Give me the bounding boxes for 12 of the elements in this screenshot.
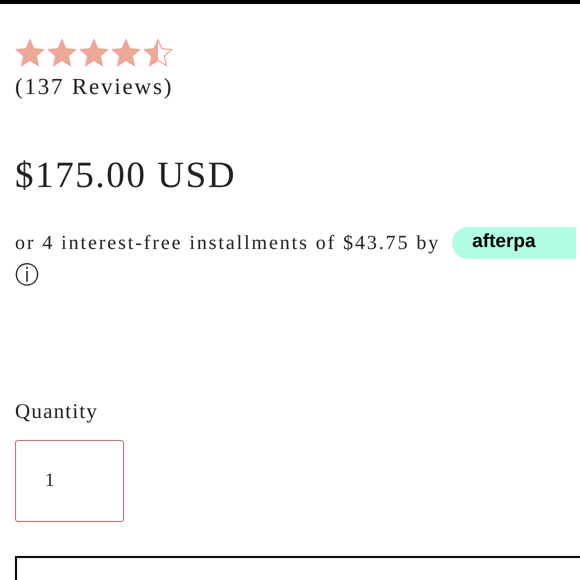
- quantity-label: Quantity: [15, 399, 98, 424]
- star-icon: [143, 38, 173, 68]
- star-icon: [47, 38, 77, 68]
- installment-text: or 4 interest-free installments of $43.75 by: [15, 232, 440, 254]
- info-icon[interactable]: ⓘ: [15, 263, 39, 287]
- star-icon: [111, 38, 141, 68]
- review-count[interactable]: (137 Reviews): [15, 74, 174, 100]
- star-icon: [15, 38, 45, 68]
- price: $175.00 USD: [15, 154, 236, 197]
- star-icon: [79, 38, 109, 68]
- quantity-field[interactable]: 1: [15, 440, 124, 522]
- afterpay-badge[interactable]: afterpa: [452, 227, 576, 259]
